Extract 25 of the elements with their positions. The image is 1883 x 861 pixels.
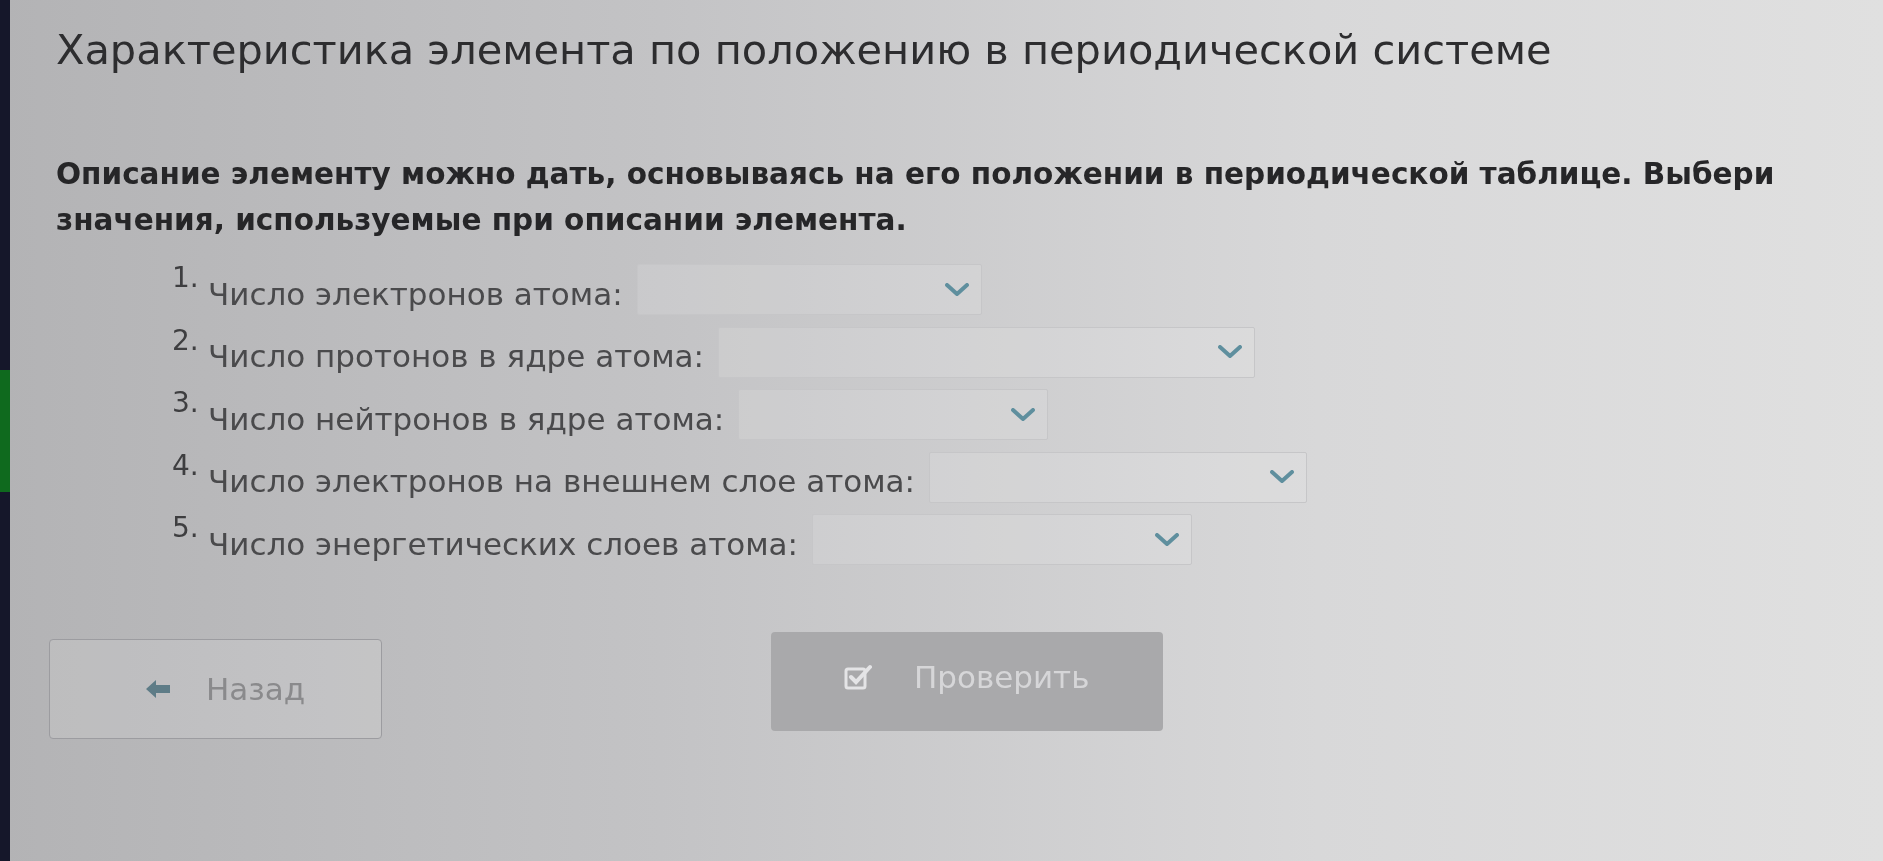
chevron-down-icon <box>1011 407 1036 422</box>
chevron-down-icon <box>1155 532 1180 547</box>
checkbox-icon <box>844 664 872 690</box>
question-prompt: Описание элементу можно дать, основываясь на его положении в периодической таблице. Выбери значения, используемые при описании элемента. <box>56 156 1776 239</box>
question-label: Число протонов в ядре атома: <box>208 338 705 374</box>
item-number: 5. <box>172 511 200 544</box>
chevron-down-icon <box>1218 345 1243 359</box>
back-button[interactable]: Назад <box>49 639 382 739</box>
select-field[interactable] <box>718 326 1256 378</box>
item-number: 4. <box>172 448 200 482</box>
question-label: Число нейтронов в ядре атома: <box>208 400 725 437</box>
question-label: Число электронов атома: <box>208 275 623 312</box>
select-field[interactable] <box>812 514 1193 565</box>
page-title: Характеристика элемента по положению в периодической системе <box>56 25 1552 75</box>
question-label: Число энергетических слоев атома: <box>208 525 799 562</box>
select-field[interactable] <box>738 389 1049 440</box>
item-number: 2. <box>172 323 200 357</box>
item-number: 1. <box>172 261 200 294</box>
item-number: 3. <box>172 386 200 419</box>
arrow-left-icon <box>145 679 171 699</box>
chevron-down-icon <box>944 282 969 297</box>
chevron-down-icon <box>1270 470 1295 484</box>
select-field[interactable] <box>636 264 982 315</box>
question-label: Число электронов на внешнем слое атома: <box>208 463 916 499</box>
select-field[interactable] <box>929 451 1308 503</box>
